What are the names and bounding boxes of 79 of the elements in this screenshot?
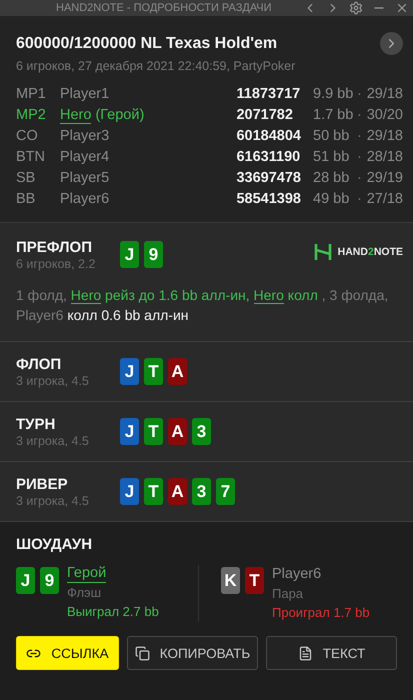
player-name: Player3 — [60, 127, 110, 145]
playing-card: T — [144, 478, 163, 505]
separator-dot: · — [357, 190, 363, 208]
player-stack: 2071782 — [236, 106, 294, 124]
text-button[interactable]: ТЕКСТ — [266, 636, 397, 670]
hero-link[interactable]: Hero — [70, 287, 102, 304]
copy-button[interactable]: КОПИРОВАТЬ — [127, 636, 258, 670]
separator-dot: · — [357, 148, 363, 166]
playing-card: J — [120, 358, 139, 385]
player-stack: 11873717 — [236, 85, 301, 103]
separator-dot: · — [357, 85, 363, 103]
player-name: Player6 — [272, 565, 322, 584]
playing-card: J — [120, 478, 139, 505]
stack-in-bb: 1.7 bb — [312, 106, 354, 124]
stack-in-bb: 51 bb — [312, 148, 350, 166]
hero-link[interactable]: Hero — [254, 287, 284, 304]
section-title: ШОУДАУН — [16, 536, 94, 553]
player-stats: 27/18 — [366, 190, 403, 208]
playing-card: 3 — [192, 418, 211, 445]
hand-rank: Флэш — [67, 584, 102, 602]
playing-card: J — [120, 418, 139, 445]
street-name: ФЛОП — [16, 356, 62, 373]
playing-card: 9 — [144, 241, 163, 268]
playing-card: 9 — [40, 567, 59, 594]
player-stack: 61631190 — [236, 148, 301, 166]
result-amount: Проиграл 1.7 bb — [272, 604, 370, 622]
playing-card: J — [120, 241, 139, 268]
playing-card: T — [144, 358, 163, 385]
street-name: ПРЕФЛОП — [16, 239, 93, 256]
playing-card: A — [168, 358, 187, 385]
stack-in-bb: 28 bb — [312, 169, 350, 187]
link-button[interactable]: ССЫЛКА — [16, 636, 119, 670]
player-stack: 58541398 — [236, 190, 301, 208]
street-info: 3 игрока, 4.5 — [16, 434, 90, 448]
window-title: HAND2NOTE - ПОДРОБНОСТИ РАЗДАЧИ — [56, 1, 273, 15]
player-name: Player1 — [60, 85, 110, 103]
separator-dot: · — [357, 169, 363, 187]
player-name[interactable]: Hero (Герой) — [60, 106, 236, 124]
separator-dot: · — [357, 106, 363, 124]
playing-card: A — [168, 418, 187, 445]
playing-card: K — [221, 567, 240, 594]
seat-position: CO — [16, 127, 39, 145]
street-name: ТУРН — [16, 416, 56, 433]
player-stats: 28/18 — [366, 148, 403, 166]
stack-in-bb: 9.9 bb — [312, 85, 354, 103]
player-name[interactable]: Герой — [67, 565, 106, 583]
result-amount: Выиграл 2.7 bb — [67, 603, 159, 621]
player-name: Player4 — [60, 148, 110, 166]
hand-info: 6 игроков, 27 декабря 2021 22:40:59, PartyPoker — [16, 59, 296, 73]
street-info: 6 игроков, 2.2 — [16, 257, 96, 271]
hand-rank: Пара — [272, 585, 304, 603]
player-name: Player5 — [60, 169, 110, 187]
separator-dot: · — [357, 127, 363, 145]
player-name: Player6 — [60, 190, 110, 208]
seat-position: MP1 — [16, 85, 47, 103]
hand2note-logo: HAND2NOTE — [314, 243, 403, 261]
seat-position: BTN — [16, 148, 46, 166]
player-stack: 33697478 — [236, 169, 301, 187]
playing-card: 3 — [192, 478, 211, 505]
street-info: 3 игрока, 4.5 — [16, 374, 90, 388]
street-name: РИВЕР — [16, 476, 69, 493]
player-stats: 30/20 — [366, 106, 403, 124]
playing-card: 7 — [216, 478, 235, 505]
stack-in-bb: 49 bb — [312, 190, 350, 208]
player-stats: 29/18 — [366, 127, 403, 145]
stack-in-bb: 50 bb — [312, 127, 350, 145]
player-stack: 60184804 — [236, 127, 301, 145]
hand-title: 600000/1200000 NL Texas Hold'em — [16, 34, 278, 52]
seat-position: SB — [16, 169, 36, 187]
player-stats: 29/18 — [366, 85, 403, 103]
seat-position: MP2 — [16, 106, 47, 124]
action-summary: 1 фолд, Hero рейз до 1.6 bb алл-ин, Hero колл , 3 фолда, Player6 колл 0.6 bb алл-ин — [16, 286, 390, 325]
playing-card: A — [168, 478, 187, 505]
player-stats: 29/19 — [366, 169, 403, 187]
playing-card: T — [245, 567, 264, 594]
seat-position: BB — [16, 190, 36, 208]
playing-card: T — [144, 418, 163, 445]
playing-card: J — [16, 567, 35, 594]
street-info: 3 игрока, 4.5 — [16, 494, 90, 508]
